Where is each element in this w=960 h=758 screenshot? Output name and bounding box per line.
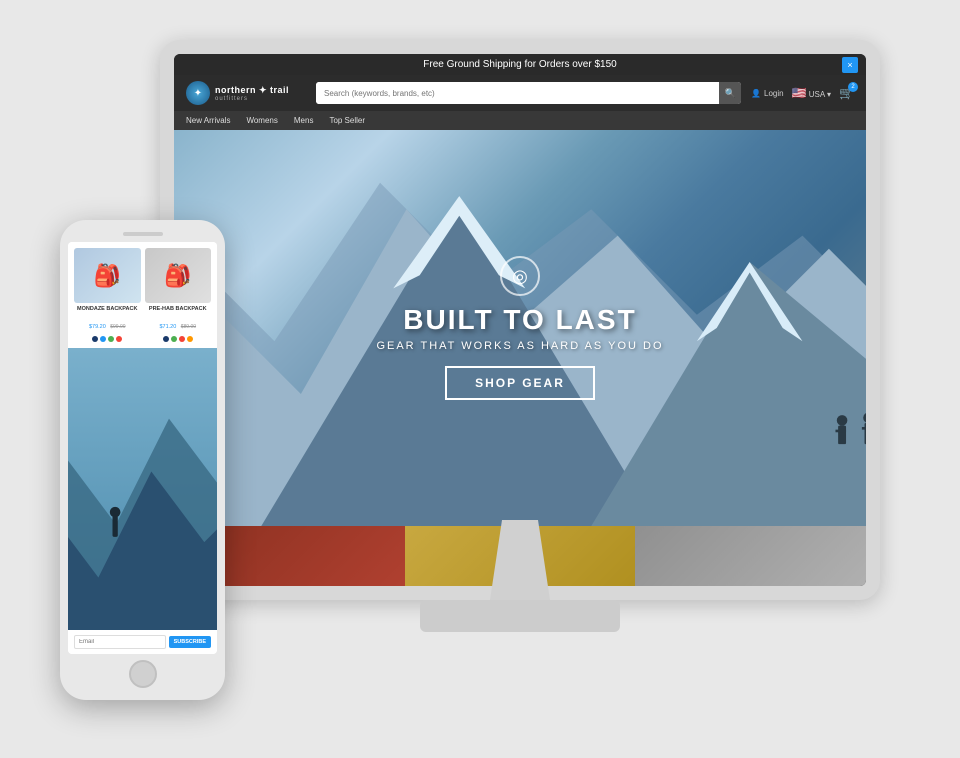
product-2-name: PRE-HAB BACKPACK (145, 306, 212, 313)
phone-hero-section (68, 348, 217, 630)
hero-content: ◎ BUILT TO LAST GEAR THAT WORKS AS HARD … (376, 256, 663, 400)
product-1-colors (74, 336, 141, 342)
logo-text: northern ✦ trail outfitters (215, 85, 289, 102)
site-nav: New Arrivals Womens Mens Top Seller (174, 111, 866, 130)
color-dot (171, 336, 177, 342)
category-item-3[interactable] (635, 526, 866, 586)
hero-brand-icon: ◎ (500, 256, 540, 296)
phone-speaker (123, 232, 163, 236)
phone: 🎒 MONDAZE BACKPACK $79.20 $99.00 (60, 220, 225, 700)
hero-section: ◎ BUILT TO LAST GEAR THAT WORKS AS HARD … (174, 130, 866, 526)
logo-icon: ✦ (186, 81, 210, 105)
hero-subtitle: GEAR THAT WORKS AS HARD AS YOU DO (376, 340, 663, 352)
site-header: ✦ northern ✦ trail outfitters 🔍 👤 (174, 75, 866, 111)
shop-gear-button[interactable]: SHOP GEAR (445, 366, 595, 400)
header-actions: 👤 Login 🇺🇸 USA ▾ 🛒 2 (751, 86, 854, 100)
logo-sub: outfitters (215, 96, 289, 102)
phone-subscribe-button[interactable]: SUBSCRIBE (169, 636, 211, 648)
hero-title: BUILT TO LAST (376, 304, 663, 336)
color-dot (116, 336, 122, 342)
color-dot (92, 336, 98, 342)
product-1-image: 🎒 (74, 248, 141, 303)
person-icon: 👤 (751, 89, 761, 98)
phone-home-button[interactable] (129, 660, 157, 688)
logo-name: northern ✦ trail (215, 85, 289, 96)
product-2-price: $71.20 (159, 324, 176, 330)
cart-badge: 2 (848, 82, 858, 92)
nav-item-new-arrivals[interactable]: New Arrivals (186, 116, 230, 125)
phone-product-1[interactable]: 🎒 MONDAZE BACKPACK $79.20 $99.00 (74, 248, 141, 342)
nav-item-top-seller[interactable]: Top Seller (329, 116, 365, 125)
phone-email-input[interactable] (74, 635, 166, 649)
notification-message: Free Ground Shipping for Orders over $15… (423, 59, 616, 70)
product-2-image: 🎒 (145, 248, 212, 303)
phone-frame: 🎒 MONDAZE BACKPACK $79.20 $99.00 (60, 220, 225, 700)
monitor-base (420, 600, 620, 632)
monitor-screen: Free Ground Shipping for Orders over $15… (174, 54, 866, 586)
phone-product-2[interactable]: 🎒 PRE-HAB BACKPACK $71.20 $89.00 (145, 248, 212, 342)
product-2-colors (145, 336, 212, 342)
color-dot (100, 336, 106, 342)
phone-subscribe-section: SUBSCRIBE (68, 630, 217, 654)
phone-screen: 🎒 MONDAZE BACKPACK $79.20 $99.00 (68, 242, 217, 654)
region-selector[interactable]: 🇺🇸 USA ▾ (792, 86, 831, 100)
nav-item-mens[interactable]: Mens (294, 116, 314, 125)
product-1-name: MONDAZE BACKPACK (74, 306, 141, 313)
product-1-pricing: $79.20 $99.00 (74, 315, 141, 333)
hero-background: ◎ BUILT TO LAST GEAR THAT WORKS AS HARD … (174, 130, 866, 526)
monitor-frame: Free Ground Shipping for Orders over $15… (160, 40, 880, 600)
color-dot (108, 336, 114, 342)
scene: Free Ground Shipping for Orders over $15… (0, 0, 960, 758)
product-1-old-price: $99.00 (110, 324, 125, 330)
login-label: Login (764, 89, 784, 98)
logo-area: ✦ northern ✦ trail outfitters (186, 81, 306, 105)
cart-button[interactable]: 🛒 2 (839, 86, 854, 100)
search-input[interactable] (316, 82, 719, 104)
notification-close-button[interactable]: × (842, 57, 858, 73)
product-2-pricing: $71.20 $89.00 (145, 315, 212, 333)
color-dot (187, 336, 193, 342)
monitor: Free Ground Shipping for Orders over $15… (160, 40, 880, 700)
search-button[interactable]: 🔍 (719, 82, 741, 104)
phone-landscape-illustration (68, 348, 217, 630)
chevron-down-icon: ▾ (827, 90, 831, 99)
region-label: USA (809, 90, 825, 99)
product-1-price: $79.20 (89, 324, 106, 330)
nav-item-womens[interactable]: Womens (246, 116, 277, 125)
search-bar[interactable]: 🔍 (316, 82, 741, 104)
color-dot (163, 336, 169, 342)
login-button[interactable]: 👤 Login (751, 89, 784, 98)
flag-icon: 🇺🇸 (792, 86, 807, 100)
color-dot (179, 336, 185, 342)
phone-products-section: 🎒 MONDAZE BACKPACK $79.20 $99.00 (68, 242, 217, 348)
product-2-old-price: $89.00 (181, 324, 196, 330)
notification-bar: Free Ground Shipping for Orders over $15… (174, 54, 866, 75)
